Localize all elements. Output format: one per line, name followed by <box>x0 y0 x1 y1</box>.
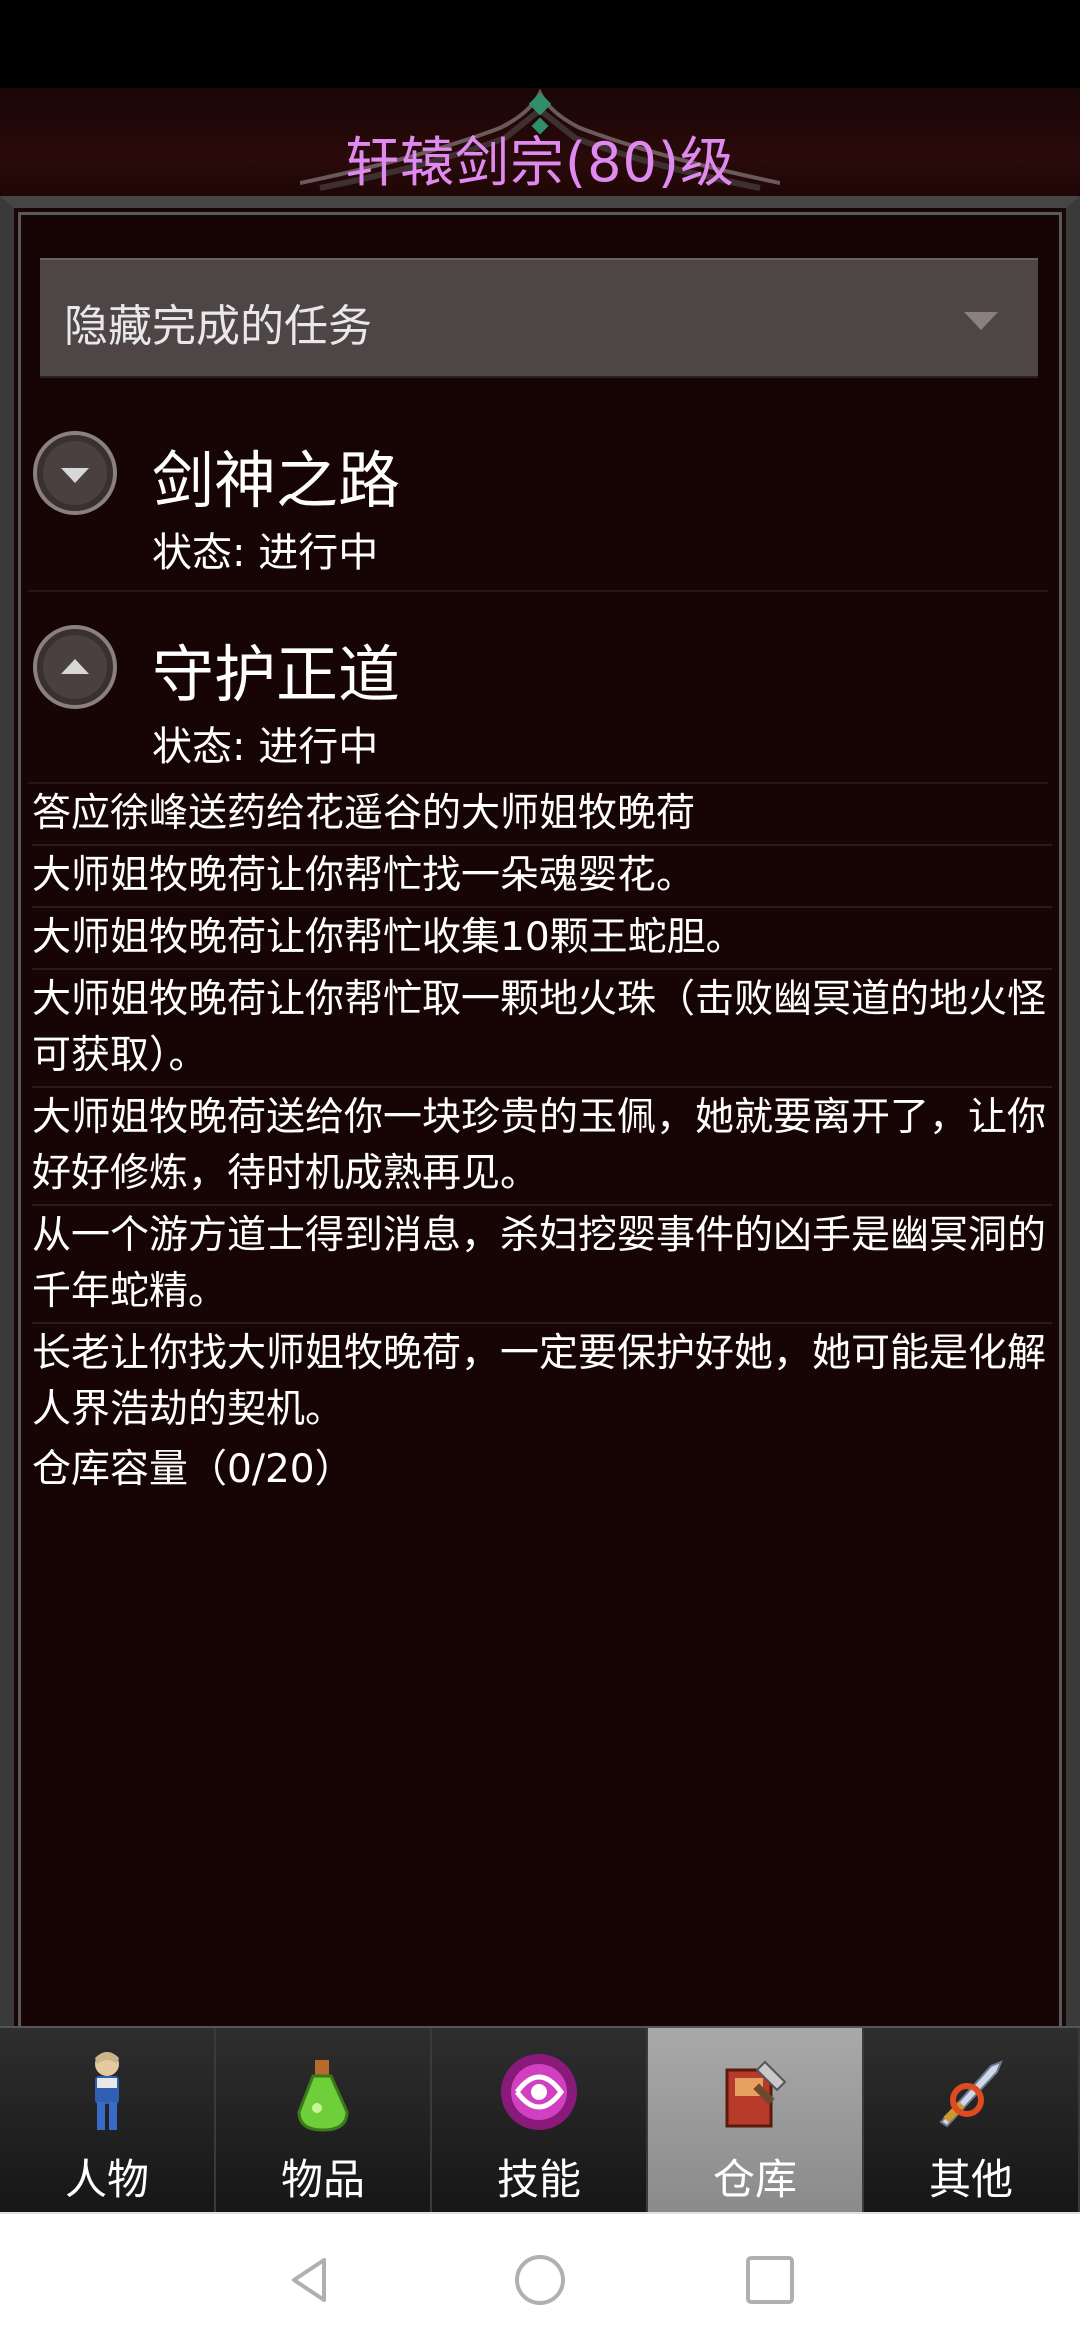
log-entry: 从一个游方道士得到消息，杀妇挖婴事件的凶手是幽冥洞的千年蛇精。 <box>32 1208 1052 1324</box>
tab-label: 其他 <box>928 2155 1013 2204</box>
chevron-down-icon[interactable] <box>32 430 118 516</box>
quest-log: 答应徐峰送药给花遥谷的大师姐牧晚荷 大师姐牧晚荷让你帮忙找一朵魂婴花。 大师姐牧… <box>32 786 1052 1498</box>
log-entry: 答应徐峰送药给花遥谷的大师姐牧晚荷 <box>32 786 1052 846</box>
tab-label: 人物 <box>64 2155 149 2204</box>
tab-character[interactable]: 人物 <box>0 2028 216 2214</box>
potion-icon <box>297 2060 349 2132</box>
tab-label: 技能 <box>496 2155 581 2204</box>
page-title: 轩辕剑宗(80)级 <box>345 131 735 194</box>
status-bar <box>0 0 1080 88</box>
home-icon[interactable] <box>512 2252 568 2308</box>
tab-other[interactable]: 其他 <box>864 2028 1080 2214</box>
quest-filter-dropdown[interactable]: 隐藏完成的任务 <box>40 258 1038 378</box>
tab-items[interactable]: 物品 <box>216 2028 432 2214</box>
chevron-up-icon[interactable] <box>32 624 118 710</box>
log-entry: 大师姐牧晚荷送给你一块珍贵的玉佩，她就要离开了，让你好好修炼，待时机成熟再见。 <box>32 1090 1052 1206</box>
log-entry: 长老让你找大师姐牧晚荷，一定要保护好她，她可能是化解人界浩劫的契机。 <box>32 1331 1047 1432</box>
divider <box>28 590 1048 592</box>
filter-selected-value: 隐藏完成的任务 <box>64 301 372 352</box>
quest-status: 状态: 进行中 <box>152 530 379 576</box>
log-entry: 大师姐牧晚荷让你帮忙找一朵魂婴花。 <box>32 848 1052 908</box>
sword-icon <box>939 2060 1003 2128</box>
log-entry: 大师姐牧晚荷让你帮忙收集10颗王蛇胆。 <box>32 910 1052 970</box>
skill-orb-icon <box>501 2054 577 2130</box>
warehouse-capacity: 仓库容量（0/20） <box>32 1447 354 1492</box>
log-entry: 大师姐牧晚荷让你帮忙取一颗地火珠（击败幽冥道的地火怪可获取）。 <box>32 972 1052 1088</box>
character-icon <box>95 2052 119 2130</box>
quest-status: 状态: 进行中 <box>152 724 379 770</box>
system-navigation-bar <box>0 2212 1080 2342</box>
tab-label: 仓库 <box>712 2155 797 2204</box>
quest-title: 守护正道 <box>152 638 401 711</box>
back-icon[interactable] <box>282 2252 338 2308</box>
quest-title: 剑神之路 <box>152 444 401 517</box>
quest-item[interactable]: 剑神之路 状态: 进行中 <box>28 410 1048 600</box>
header: 轩辕剑宗(80)级 <box>0 88 1080 208</box>
recents-icon[interactable] <box>742 2252 798 2308</box>
tab-warehouse[interactable]: 仓库 <box>648 2028 864 2214</box>
warehouse-icon <box>725 2060 787 2128</box>
triangle-down-icon <box>964 312 998 330</box>
tab-skills[interactable]: 技能 <box>432 2028 648 2214</box>
bottom-tab-bar: 人物 物品 技能 仓库 其他 <box>0 2026 1080 2214</box>
divider <box>28 782 1048 784</box>
tab-label: 物品 <box>280 2155 365 2204</box>
quest-item[interactable]: 守护正道 状态: 进行中 <box>28 604 1048 794</box>
